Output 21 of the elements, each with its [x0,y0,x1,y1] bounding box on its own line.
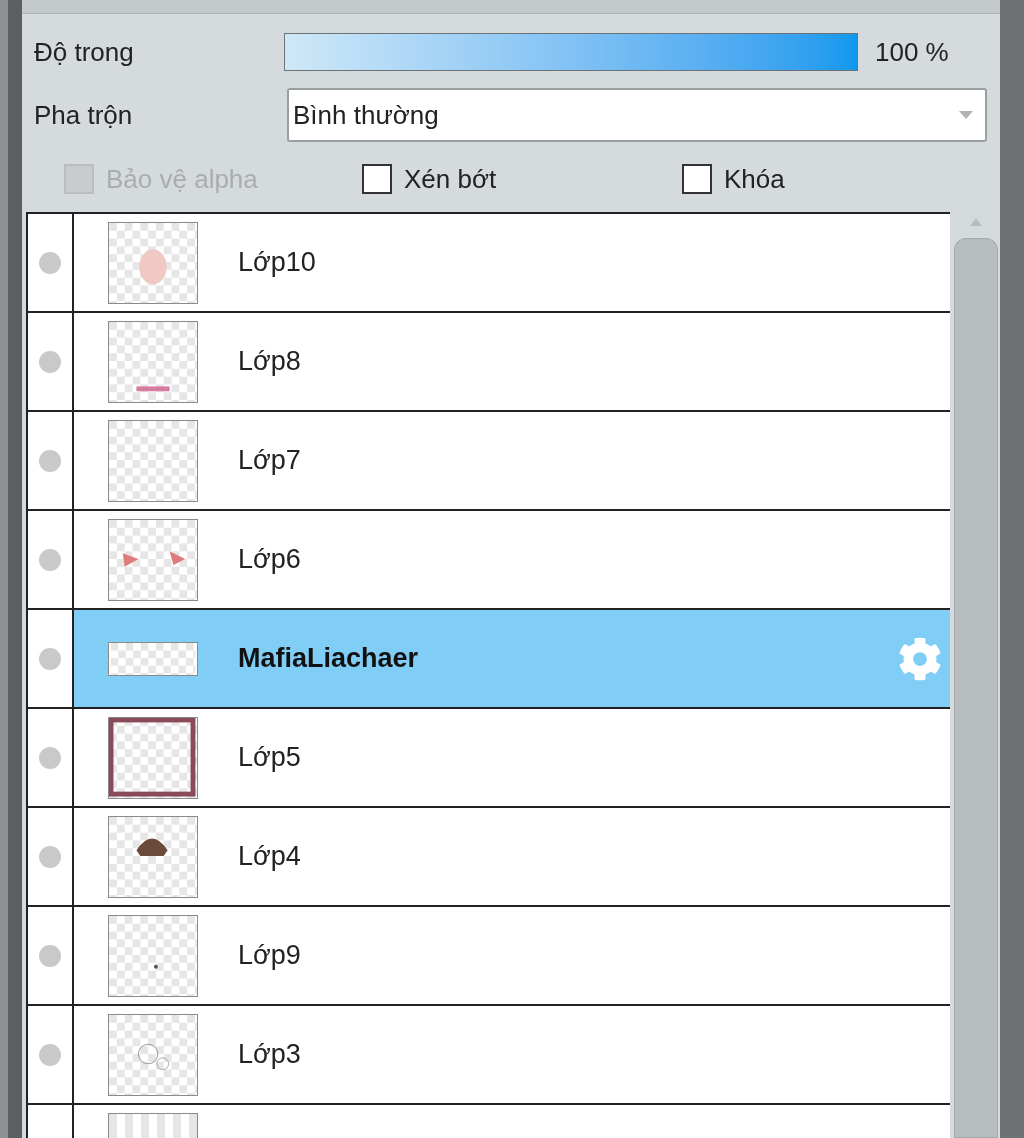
opacity-label: Độ trong [33,35,135,69]
layer-name: Lớp9 [238,939,302,973]
layer-name: Lớp4 [238,840,302,874]
blend-label: Pha trộn [33,98,134,132]
blend-dropdown[interactable]: Bình thường [287,88,987,142]
scroll-up-icon[interactable] [970,218,982,226]
dropdown-arrow-icon [959,111,973,119]
checkbox[interactable] [362,164,392,194]
gear-icon[interactable] [898,636,942,681]
layer-name: Lớp10 [238,246,317,280]
layer-name: MafiaLiachaer [238,642,420,676]
layer-name: Lớp3 [238,1038,302,1072]
opacity-reading: 100 % [875,35,949,69]
checkbox-label: Xén bớt [404,162,497,196]
layer-name: Lớp8 [238,345,302,379]
layer-name: Lớp6 [238,543,302,577]
checkbox-label: Khóa [724,162,785,196]
opacity-slider[interactable] [285,34,857,70]
layer-name: Lớp5 [238,741,302,775]
checkbox[interactable] [682,164,712,194]
layer-name: Lớp7 [238,444,302,478]
